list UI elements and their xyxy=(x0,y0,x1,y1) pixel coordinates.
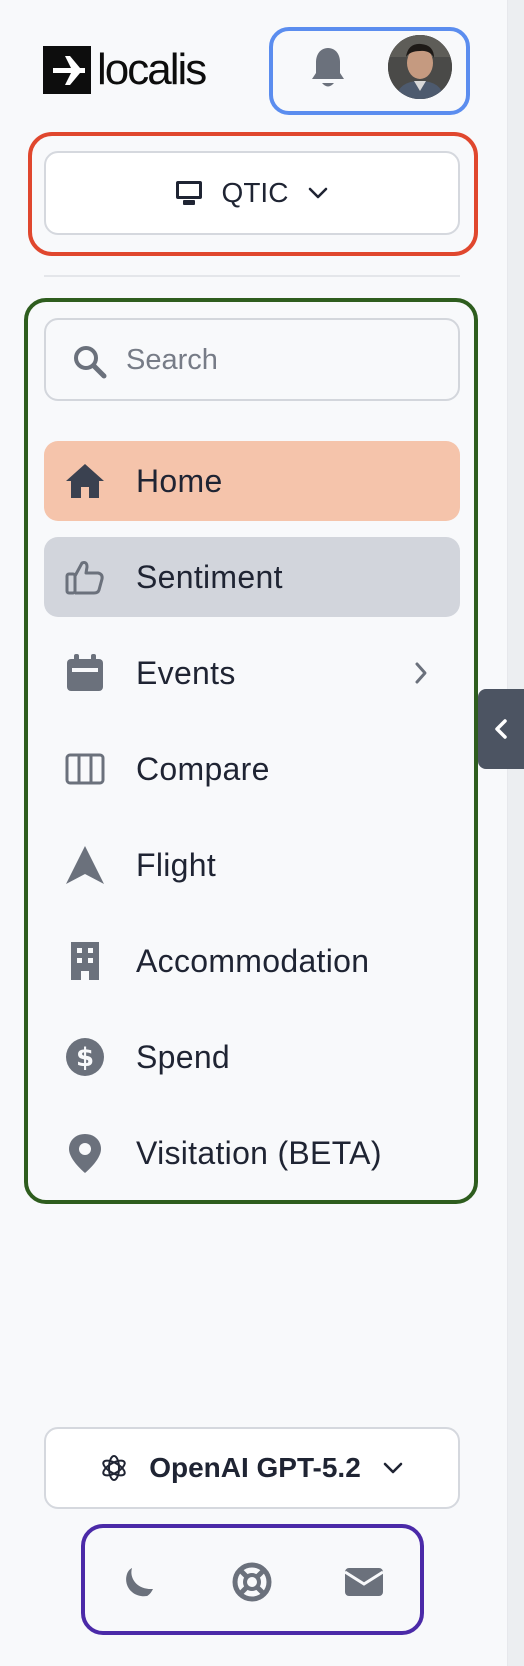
sidebar: localis QTIC Search Home Sentiment Event… xyxy=(0,0,508,1666)
model-label: OpenAI GPT-5.2 xyxy=(149,1452,361,1483)
thumbs-up-icon xyxy=(64,556,106,598)
calendar-icon xyxy=(64,652,106,694)
nav-item-sentiment[interactable]: Sentiment xyxy=(44,537,460,617)
columns-icon xyxy=(64,748,106,790)
lifebuoy-icon[interactable] xyxy=(230,1560,274,1604)
workspace-label: QTIC xyxy=(221,177,289,208)
nav-label-spend: Spend xyxy=(136,1038,231,1075)
monitor-icon xyxy=(174,178,204,208)
divider xyxy=(44,275,460,277)
nav-label-events: Events xyxy=(136,654,236,691)
openai-icon xyxy=(99,1453,129,1483)
nav-item-spend[interactable]: $ Spend xyxy=(44,1017,460,1097)
nav-label-compare: Compare xyxy=(136,750,270,787)
nav-item-events[interactable]: Events xyxy=(44,633,460,713)
search-icon xyxy=(72,344,108,380)
nav-label-accommodation: Accommodation xyxy=(136,942,370,979)
localis-logo-icon xyxy=(43,46,91,94)
nav-item-accommodation[interactable]: Accommodation xyxy=(44,921,460,1001)
building-icon xyxy=(64,940,106,982)
home-icon xyxy=(64,460,106,502)
chevron-right-icon xyxy=(406,658,436,688)
user-avatar[interactable] xyxy=(388,35,452,99)
brand-name: localis xyxy=(97,45,207,94)
nav-label-home: Home xyxy=(136,462,223,499)
nav-item-flight[interactable]: Flight xyxy=(44,825,460,905)
nav-item-visitation[interactable]: Visitation (BETA) xyxy=(44,1113,460,1193)
navigation-arrow-icon xyxy=(64,844,106,886)
search-input[interactable] xyxy=(126,334,436,386)
moon-icon[interactable] xyxy=(117,1560,161,1604)
svg-text:$: $ xyxy=(76,1043,94,1073)
workspace-selector-button[interactable]: QTIC xyxy=(44,151,460,235)
nav-label-sentiment: Sentiment xyxy=(136,558,283,595)
content-edge xyxy=(508,0,524,1666)
mail-icon[interactable] xyxy=(342,1560,386,1604)
brand-logo[interactable]: localis xyxy=(43,45,207,94)
nav-item-compare[interactable]: Compare xyxy=(44,729,460,809)
model-selector-button[interactable]: OpenAI GPT-5.2 xyxy=(44,1427,460,1509)
search-box[interactable] xyxy=(44,318,460,401)
chevron-left-icon xyxy=(490,714,512,744)
bell-icon[interactable] xyxy=(310,45,346,91)
collapse-sidebar-button[interactable] xyxy=(478,689,524,769)
nav-label-flight: Flight xyxy=(136,846,217,883)
map-pin-icon xyxy=(64,1132,106,1174)
dollar-circle-icon: $ xyxy=(64,1036,106,1078)
chevron-down-icon xyxy=(381,1456,405,1480)
nav-item-home[interactable]: Home xyxy=(44,441,460,521)
nav-label-visitation: Visitation (BETA) xyxy=(136,1134,382,1171)
chevron-down-icon xyxy=(306,181,330,205)
